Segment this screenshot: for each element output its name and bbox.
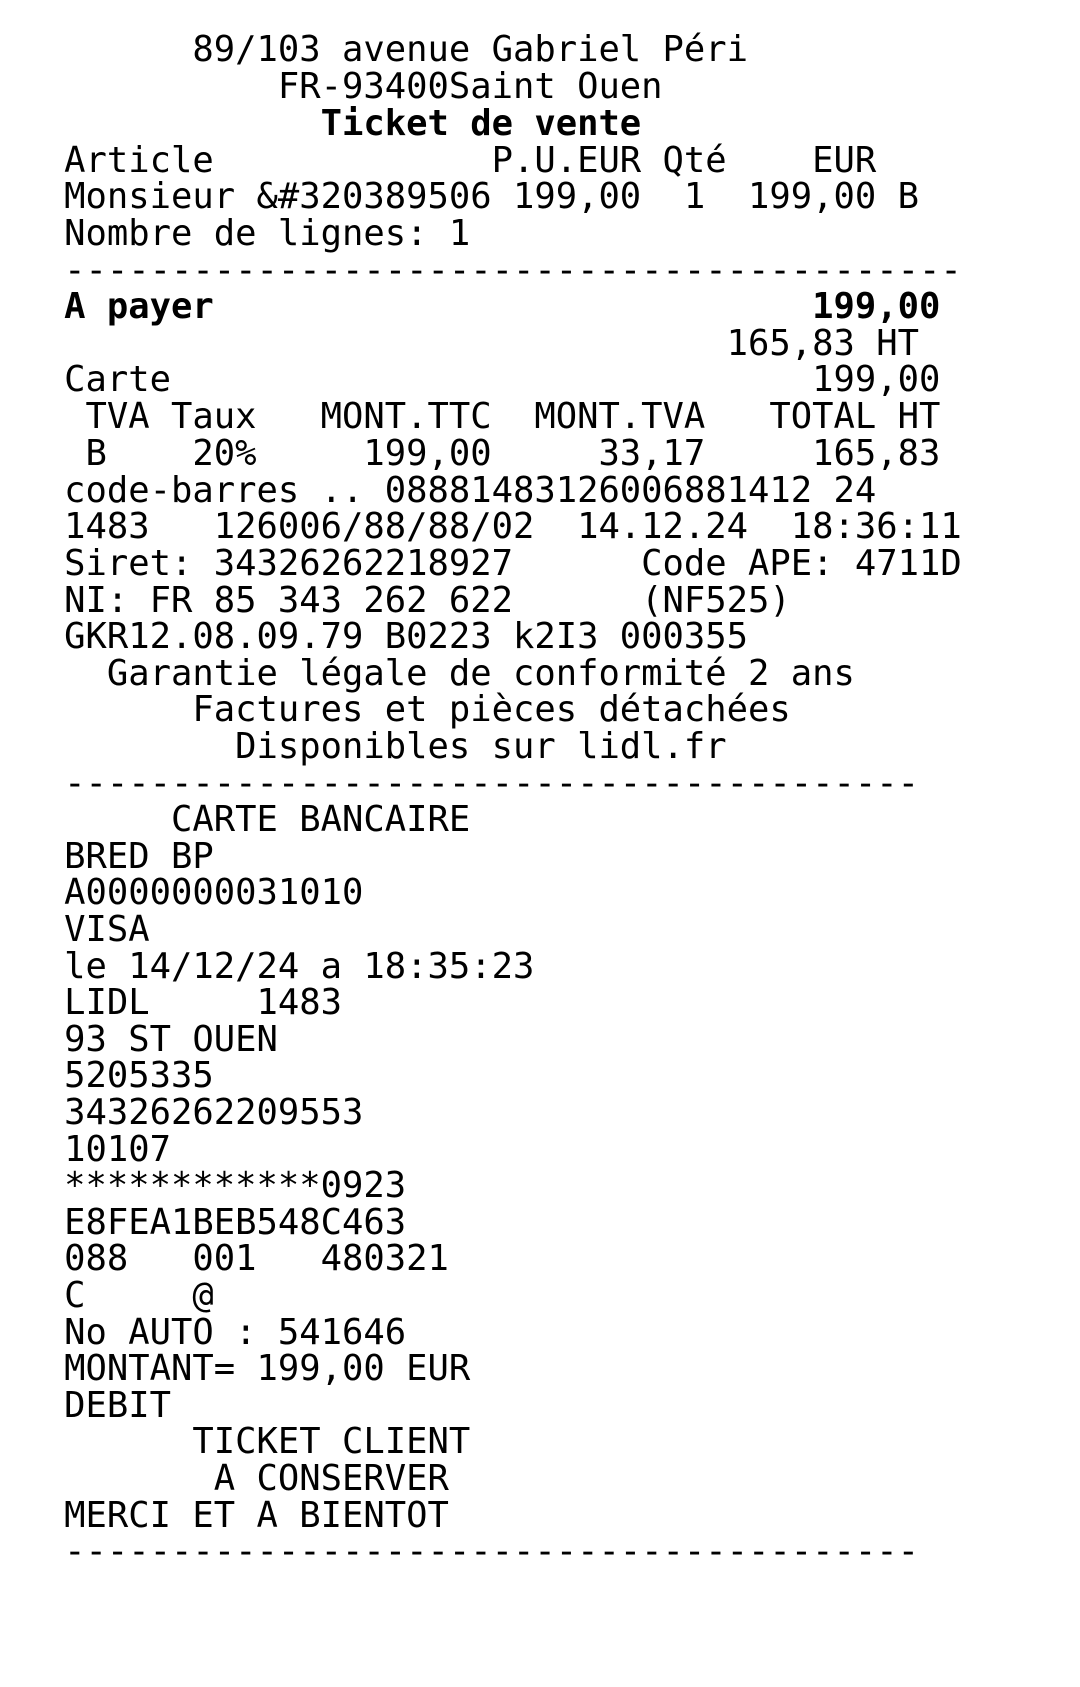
merchant-siret: 34326262209553 <box>0 1092 364 1133</box>
merchant-number: 5205335 <box>0 1055 214 1096</box>
terminal-code-line: GKR12.08.09.79 B0223 k2I3 000355 <box>0 616 749 657</box>
merchant-name: LIDL 1483 <box>0 982 342 1023</box>
transaction-code: 10107 <box>0 1129 171 1170</box>
store-city-line: FR-93400Saint Ouen <box>0 66 663 107</box>
authorization-number: No AUTO : 541646 <box>0 1312 407 1353</box>
separator-line: ---------------------------------------- <box>0 763 920 804</box>
transaction-hash: E8FEA1BEB548C463 <box>0 1202 407 1243</box>
amount-line: MONTANT= 199,00 EUR <box>0 1348 471 1389</box>
transaction-line: 1483 126006/88/88/02 14.12.24 18:36:11 <box>0 506 962 547</box>
invoices-line: Factures et pièces détachées <box>0 689 791 730</box>
card-section-title: CARTE BANCAIRE <box>0 799 471 840</box>
bank-name: BRED BP <box>0 836 214 877</box>
vat-number-line: NI: FR 85 343 262 622 (NF525) <box>0 580 791 621</box>
payment-card-row: Carte 199,00 <box>0 359 941 400</box>
thank-you-line: MERCI ET A BIENTOT <box>0 1495 449 1536</box>
total-ht-row: 165,83 HT <box>0 323 920 364</box>
separator-line: ----------------------------------------… <box>0 250 962 291</box>
masked-card-number: ************0923 <box>0 1165 407 1206</box>
store-address-line: 89/103 avenue Gabriel Péri <box>0 29 749 70</box>
merchant-location: 93 ST OUEN <box>0 1019 278 1060</box>
barcode-line: code-barres .. 08881483126006881412 24 <box>0 470 877 511</box>
vat-header: TVA Taux MONT.TTC MONT.TVA TOTAL HT <box>0 396 941 437</box>
website-line: Disponibles sur lidl.fr <box>0 726 727 767</box>
mode-line: C @ <box>0 1275 214 1316</box>
card-aid: A0000000031010 <box>0 872 364 913</box>
payment-datetime: le 14/12/24 a 18:35:23 <box>0 946 535 987</box>
item-row: Monsieur &#320389506 199,00 1 199,00 B <box>0 176 920 217</box>
receipt-title: Ticket de vente <box>0 103 642 144</box>
terminal-ids: 088 001 480321 <box>0 1238 449 1279</box>
separator-line: ---------------------------------------- <box>0 1531 920 1572</box>
debit-line: DEBIT <box>0 1385 171 1426</box>
ticket-client-line: TICKET CLIENT <box>0 1421 471 1462</box>
warranty-line: Garantie légale de conformité 2 ans <box>0 653 855 694</box>
keep-notice-line: A CONSERVER <box>0 1458 449 1499</box>
receipt: 89/103 avenue Gabriel Péri FR-93400Saint… <box>0 0 1080 1687</box>
total-due-row: A payer 199,00 <box>0 286 941 327</box>
siret-line: Siret: 34326262218927 Code APE: 4711D <box>0 543 962 584</box>
vat-row: B 20% 199,00 33,17 165,83 <box>0 433 941 474</box>
line-count: Nombre de lignes: 1 <box>0 213 471 254</box>
items-header: Article P.U.EUR Qté EUR <box>0 140 877 181</box>
card-network: VISA <box>0 909 150 950</box>
